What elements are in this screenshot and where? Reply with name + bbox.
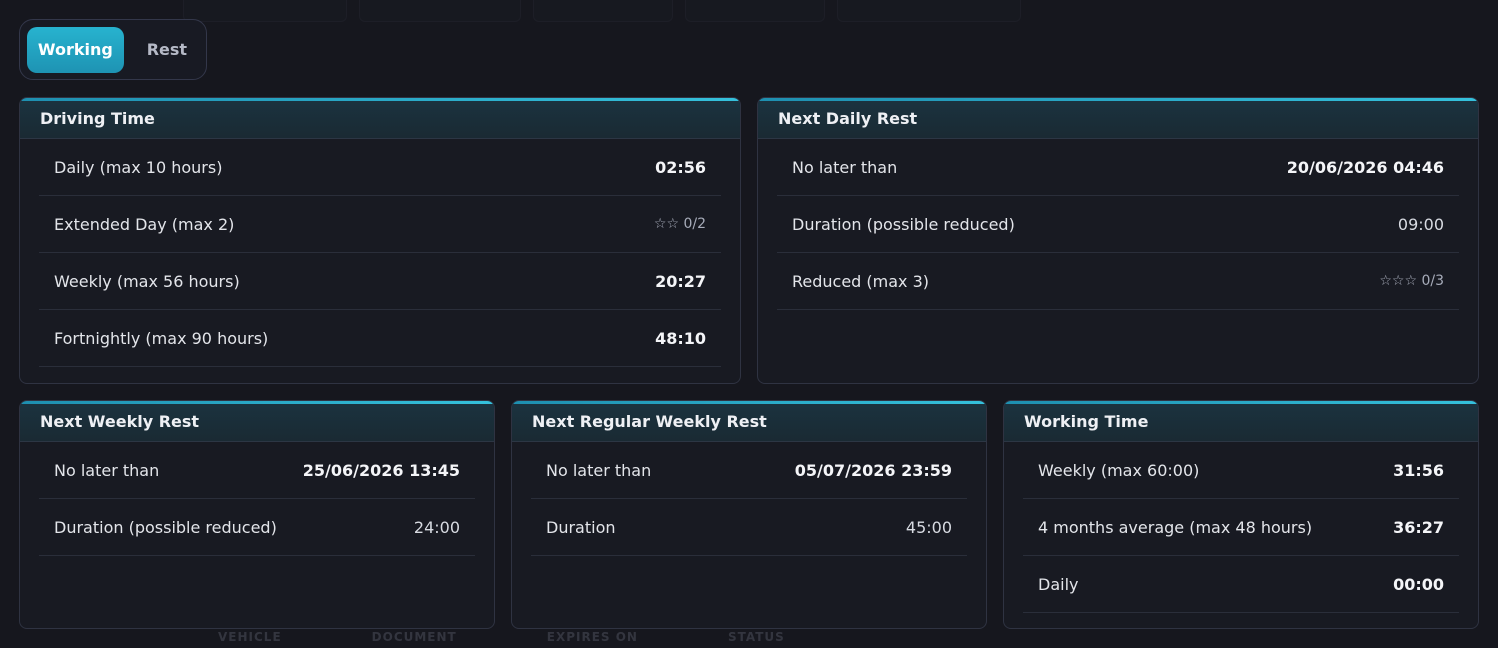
stat-label: Duration bbox=[546, 517, 616, 537]
stat-row: Weekly (max 56 hours) 20:27 bbox=[39, 253, 721, 310]
stat-value: 24:00 bbox=[413, 517, 460, 537]
stat-value: 25/06/2026 13:45 bbox=[302, 460, 460, 480]
stat-row: Fortnightly (max 90 hours) 48:10 bbox=[39, 310, 721, 367]
stat-row: Duration 45:00 bbox=[531, 499, 967, 556]
card-title: Next Regular Weekly Rest bbox=[512, 401, 986, 442]
stat-row: No later than 25/06/2026 13:45 bbox=[39, 442, 475, 499]
stat-row: Duration (possible reduced) 09:00 bbox=[777, 196, 1459, 253]
background-tab-strip bbox=[183, 0, 1021, 22]
stat-label: No later than bbox=[792, 157, 898, 177]
card-title: Next Weekly Rest bbox=[20, 401, 494, 442]
stat-value: 05/07/2026 23:59 bbox=[794, 460, 952, 480]
background-column: STATUS bbox=[727, 630, 785, 644]
working-toggle-button[interactable]: Working bbox=[27, 26, 124, 73]
background-column: DOCUMENT bbox=[371, 630, 457, 644]
card-title: Driving Time bbox=[20, 98, 740, 139]
stat-row: No later than 20/06/2026 04:46 bbox=[777, 139, 1459, 196]
stat-row: Reduced (max 3) ☆☆☆ 0/3 bbox=[777, 253, 1459, 310]
stat-label: Daily bbox=[1038, 574, 1079, 594]
reduced-rest-stars: ☆☆☆ 0/3 bbox=[1379, 273, 1444, 289]
stat-value: 00:00 bbox=[1393, 574, 1444, 594]
stat-value: 31:56 bbox=[1393, 460, 1444, 480]
stat-row: 4 months average (max 48 hours) 36:27 bbox=[1023, 499, 1459, 556]
background-column: EXPIRES ON bbox=[546, 630, 638, 644]
stat-value: 20/06/2026 04:46 bbox=[1286, 157, 1444, 177]
stat-label: Duration (possible reduced) bbox=[54, 517, 277, 537]
stat-label: No later than bbox=[54, 460, 160, 480]
stat-value: 09:00 bbox=[1397, 214, 1444, 234]
stat-label: Duration (possible reduced) bbox=[792, 214, 1015, 234]
stat-label: Reduced (max 3) bbox=[792, 271, 930, 291]
stat-row: No later than 05/07/2026 23:59 bbox=[531, 442, 967, 499]
next-weekly-rest-card: Next Weekly Rest No later than 25/06/202… bbox=[19, 400, 495, 629]
stat-label: Fortnightly (max 90 hours) bbox=[54, 328, 269, 348]
stat-label: Weekly (max 56 hours) bbox=[54, 271, 240, 291]
stat-label: Extended Day (max 2) bbox=[54, 214, 235, 234]
extended-day-stars: ☆☆ 0/2 bbox=[653, 216, 706, 232]
next-daily-rest-card: Next Daily Rest No later than 20/06/2026… bbox=[757, 97, 1479, 384]
stat-row: Extended Day (max 2) ☆☆ 0/2 bbox=[39, 196, 721, 253]
stat-label: No later than bbox=[546, 460, 652, 480]
driving-time-card: Driving Time Daily (max 10 hours) 02:56 … bbox=[19, 97, 741, 384]
background-table-header: VEHICLE DOCUMENT EXPIRES ON STATUS bbox=[218, 630, 875, 644]
stat-value: 02:56 bbox=[655, 157, 706, 177]
stat-row: Duration (possible reduced) 24:00 bbox=[39, 499, 475, 556]
card-title: Next Daily Rest bbox=[758, 98, 1478, 139]
stat-value: 36:27 bbox=[1393, 517, 1444, 537]
next-regular-weekly-rest-card: Next Regular Weekly Rest No later than 0… bbox=[511, 400, 987, 629]
stat-label: Daily (max 10 hours) bbox=[54, 157, 223, 177]
stat-value: 45:00 bbox=[905, 517, 952, 537]
stat-row: Daily 00:00 bbox=[1023, 556, 1459, 613]
stat-value: 20:27 bbox=[655, 271, 706, 291]
stat-row: Weekly (max 60:00) 31:56 bbox=[1023, 442, 1459, 499]
stat-label: 4 months average (max 48 hours) bbox=[1038, 517, 1313, 537]
working-time-card: Working Time Weekly (max 60:00) 31:56 4 … bbox=[1003, 400, 1479, 629]
background-column: VEHICLE bbox=[218, 630, 282, 644]
stat-label: Weekly (max 60:00) bbox=[1038, 460, 1200, 480]
card-title: Working Time bbox=[1004, 401, 1478, 442]
rest-toggle-button[interactable]: Rest bbox=[128, 27, 206, 73]
stat-value: 48:10 bbox=[655, 328, 706, 348]
mode-toggle: Working Rest bbox=[19, 19, 207, 80]
stat-row: Daily (max 10 hours) 02:56 bbox=[39, 139, 721, 196]
